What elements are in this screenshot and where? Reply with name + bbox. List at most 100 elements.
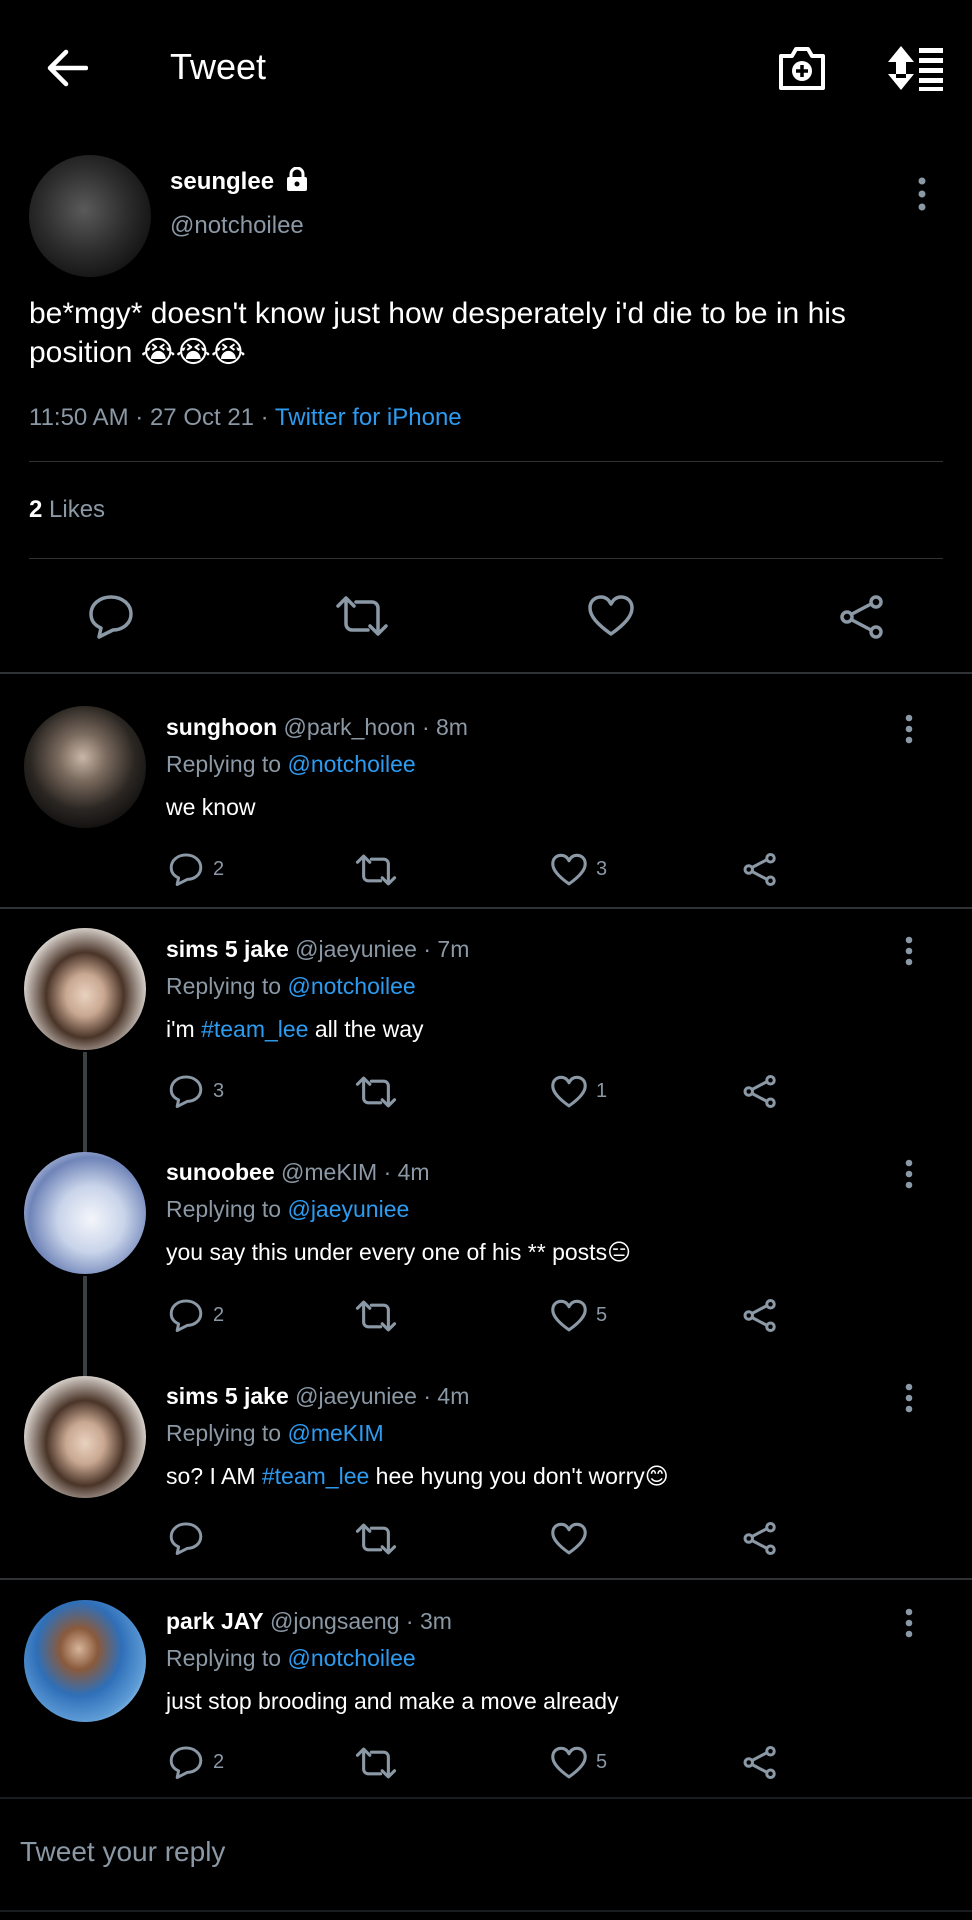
reply-meta: @jongsaeng · 3m: [263, 1608, 452, 1634]
tweet-source-link[interactable]: Twitter for iPhone: [275, 404, 462, 431]
reply-meta: @park_hoon · 8m: [277, 714, 468, 740]
avatar[interactable]: [24, 706, 146, 828]
retweet-icon[interactable]: [354, 1075, 398, 1109]
reply-author-name[interactable]: sims 5 jake: [166, 936, 289, 962]
back-arrow-icon[interactable]: [44, 48, 88, 88]
reply-icon[interactable]: [168, 1745, 204, 1779]
reply-header: park JAY @jongsaeng · 3m: [166, 1608, 452, 1635]
author-handle[interactable]: @notchoilee: [170, 212, 304, 240]
replying-to-link[interactable]: @notchoilee: [287, 751, 415, 777]
like-icon[interactable]: [550, 1522, 588, 1556]
likes-summary[interactable]: 2 Likes: [29, 496, 105, 524]
reply-header: sims 5 jake @jaeyuniee · 4m: [166, 1383, 469, 1410]
more-vertical-icon[interactable]: [903, 936, 915, 966]
reply-text: just stop brooding and make a move alrea…: [166, 1688, 619, 1714]
share-icon[interactable]: [742, 1298, 778, 1333]
divider: [29, 461, 943, 462]
like-icon[interactable]: [587, 594, 635, 638]
reply-input[interactable]: Tweet your reply: [20, 1836, 225, 1868]
share-icon[interactable]: [742, 1521, 778, 1556]
retweet-icon[interactable]: [354, 853, 398, 887]
divider: [0, 907, 972, 909]
replying-label: Replying to: [166, 751, 288, 777]
author-name-text: seunglee: [170, 168, 275, 195]
reply-meta: @meKIM · 4m: [274, 1159, 430, 1185]
thread-line: [83, 1052, 87, 1152]
like-count: 1: [596, 1080, 608, 1102]
share-icon[interactable]: [742, 1745, 778, 1780]
avatar[interactable]: [29, 155, 151, 277]
replying-to: Replying to @meKIM: [166, 1420, 384, 1447]
share-icon[interactable]: [742, 852, 778, 887]
replying-to-link[interactable]: @meKIM: [287, 1420, 383, 1446]
replying-label: Replying to: [166, 1196, 288, 1222]
reply-icon[interactable]: [87, 593, 135, 639]
likes-count: 2: [29, 496, 43, 523]
tweet-text: be*mgy* doesn't know just how desperatel…: [29, 297, 846, 369]
author-name[interactable]: seunglee: [170, 166, 309, 198]
replying-to: Replying to @notchoilee: [166, 1645, 416, 1672]
avatar[interactable]: [24, 1600, 146, 1722]
retweet-icon[interactable]: [354, 1746, 398, 1780]
reply-icon[interactable]: [168, 1521, 204, 1555]
reply-author-name[interactable]: park JAY: [166, 1608, 264, 1634]
like-count: 3: [596, 858, 608, 880]
reply-icon[interactable]: [168, 852, 204, 886]
replying-to: Replying to @jaeyuniee: [166, 1196, 409, 1223]
reply-text: we know: [166, 794, 256, 820]
more-vertical-icon[interactable]: [903, 1383, 915, 1413]
reply-meta: @jaeyuniee · 7m: [288, 936, 470, 962]
more-vertical-icon[interactable]: [916, 176, 928, 212]
tweet-meta: 11:50 AM · 27 Oct 21 · Twitter for iPhon…: [29, 404, 462, 432]
retweet-icon[interactable]: [354, 1522, 398, 1556]
reply-icon[interactable]: [168, 1298, 204, 1332]
reply-count: 2: [213, 1304, 225, 1326]
reply-header: sunghoon @park_hoon · 8m: [166, 714, 468, 741]
more-vertical-icon[interactable]: [903, 1159, 915, 1189]
reply-text: i'm #team_lee all the way: [166, 1016, 424, 1043]
reply-count: 2: [213, 858, 225, 880]
avatar[interactable]: [24, 1376, 146, 1498]
thread-line: [83, 1276, 87, 1376]
top-bar: Tweet: [0, 0, 972, 140]
like-icon[interactable]: [550, 1075, 588, 1109]
reply-count: 2: [213, 1751, 225, 1773]
reply-author-name[interactable]: sims 5 jake: [166, 1383, 289, 1409]
camera-add-icon[interactable]: [777, 44, 827, 92]
more-vertical-icon[interactable]: [903, 1608, 915, 1638]
share-icon[interactable]: [742, 1074, 778, 1109]
replying-to-link[interactable]: @notchoilee: [287, 1645, 415, 1671]
share-icon[interactable]: [838, 594, 886, 640]
like-icon[interactable]: [550, 1746, 588, 1780]
reply-count: 3: [213, 1080, 225, 1102]
sort-icon[interactable]: [886, 44, 946, 92]
reply-text-part: i'm: [166, 1016, 202, 1042]
reply-text-part: hee hyung you don't worry😊: [369, 1463, 669, 1489]
reply-author-name[interactable]: sunoobee: [166, 1159, 275, 1185]
replying-label: Replying to: [166, 973, 288, 999]
avatar[interactable]: [24, 1152, 146, 1274]
like-icon[interactable]: [550, 853, 588, 887]
more-vertical-icon[interactable]: [903, 714, 915, 744]
like-icon[interactable]: [550, 1299, 588, 1333]
reply-author-name[interactable]: sunghoon: [166, 714, 277, 740]
tweet-timestamp: 11:50 AM · 27 Oct 21 ·: [29, 404, 275, 431]
divider: [29, 558, 943, 559]
reply-text-part: so? I AM: [166, 1463, 262, 1489]
divider: [0, 1910, 972, 1912]
reply-icon[interactable]: [168, 1074, 204, 1108]
reply-text: so? I AM #team_lee hee hyung you don't w…: [166, 1463, 669, 1490]
retweet-icon[interactable]: [334, 594, 390, 638]
lock-icon: [285, 166, 309, 198]
retweet-icon[interactable]: [354, 1299, 398, 1333]
hashtag-link[interactable]: #team_lee: [262, 1463, 369, 1489]
replying-to: Replying to @notchoilee: [166, 973, 416, 1000]
reply-meta: @jaeyuniee · 4m: [288, 1383, 470, 1409]
divider: [0, 672, 972, 674]
like-count: 5: [596, 1304, 608, 1326]
replying-to-link[interactable]: @jaeyuniee: [287, 1196, 409, 1222]
reply-text: you say this under every one of his ** p…: [166, 1239, 632, 1265]
replying-to-link[interactable]: @notchoilee: [287, 973, 415, 999]
hashtag-link[interactable]: #team_lee: [201, 1016, 308, 1042]
avatar[interactable]: [24, 928, 146, 1050]
